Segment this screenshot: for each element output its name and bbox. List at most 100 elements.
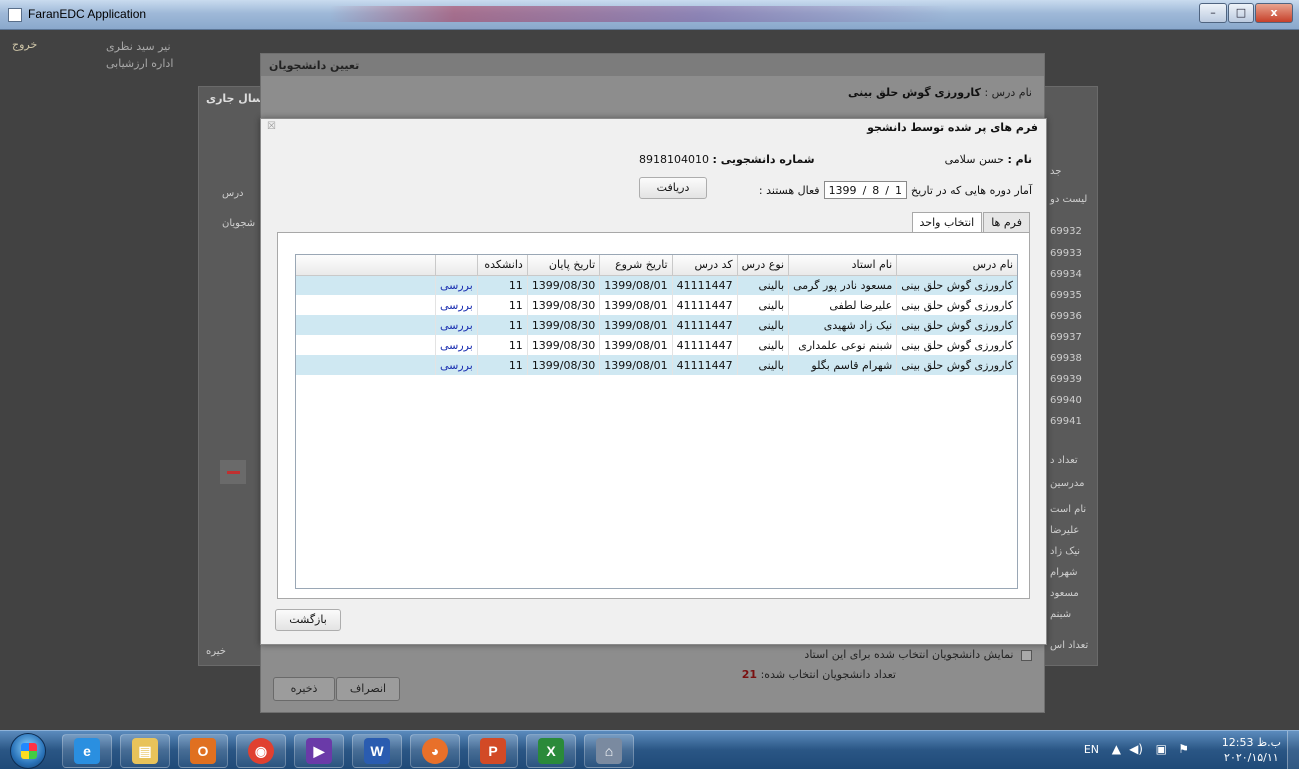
file-explorer-icon: ▤	[132, 738, 158, 764]
firefox-icon: ◕	[422, 738, 448, 764]
assign-course-label: نام درس :	[984, 86, 1032, 99]
date-picker[interactable]: 1399 / 8 / 1	[823, 181, 907, 199]
taskbar-app-chrome[interactable]: ◉	[236, 734, 286, 768]
dialog-title: فرم های پر شده توسط دانشجو	[867, 121, 1038, 134]
cell-course-name: کارورزی گوش حلق بینی	[896, 315, 1017, 335]
student-name: نام : حسن سلامی	[945, 153, 1032, 166]
id-item: 69936	[1050, 311, 1082, 322]
column-action	[434, 255, 478, 276]
exit-link[interactable]: خروج	[12, 38, 37, 51]
action-center-icon[interactable]: ⚑	[1178, 742, 1189, 756]
table-row[interactable]: کارورزی گوش حلق بینی شبنم نوعی علمداری ب…	[296, 335, 1017, 355]
review-link[interactable]: بررسی	[434, 295, 478, 315]
table-row[interactable]: کارورزی گوش حلق بینی نیک زاد شهیدی بالین…	[296, 315, 1017, 335]
show-hidden-icons[interactable]: ▲	[1112, 742, 1121, 756]
id-item: 69939	[1050, 374, 1082, 385]
cell-course-name: کارورزی گوش حلق بینی	[896, 355, 1017, 375]
volume-icon[interactable]: ◀)	[1129, 742, 1143, 756]
cell-start-date: 1399/08/01	[599, 355, 673, 375]
review-link[interactable]: بررسی	[434, 315, 478, 335]
show-selected-label: نمایش دانشجویان انتخاب شده برای این استا…	[804, 648, 1014, 661]
show-selected-checkbox[interactable]	[1021, 649, 1032, 661]
assign-window-title: تعیین دانشجویان	[269, 59, 360, 72]
cell-course-code: 41111447	[671, 315, 738, 335]
student-name-label: نام :	[1007, 153, 1032, 166]
taskbar: e ▤ O ◉ ▶ W ◕ P X ⌂ EN ▲ ◀) ▣ ⚑ 12:53 ب.…	[0, 730, 1299, 769]
id-item: 69933	[1050, 248, 1082, 259]
minimize-button[interactable]: –	[1199, 3, 1227, 23]
cell-start-date: 1399/08/01	[599, 315, 673, 335]
taskbar-app-media[interactable]: ▶	[294, 734, 344, 768]
cell-instructor: نیک زاد شهیدی	[788, 315, 897, 335]
show-desktop-button[interactable]	[1287, 731, 1299, 769]
tab-forms[interactable]: فرم ها	[983, 212, 1030, 232]
remove-button[interactable]	[220, 460, 246, 484]
language-indicator[interactable]: EN	[1084, 743, 1099, 756]
background-label: تعداد د	[1050, 455, 1078, 466]
close-button[interactable]: x	[1255, 3, 1293, 23]
taskbar-app-powerpoint[interactable]: P	[468, 734, 518, 768]
table-row[interactable]: کارورزی گوش حلق بینی شهرام قاسم بگلو بال…	[296, 355, 1017, 375]
column-course-code[interactable]: کد درس	[671, 255, 738, 276]
maximize-button[interactable]: □	[1228, 3, 1254, 23]
minus-icon	[227, 471, 240, 474]
window-title: FaranEDC Application	[28, 7, 147, 21]
tab-unit-selection[interactable]: انتخاب واحد	[911, 212, 983, 232]
background-label-students: شجویان	[222, 218, 256, 229]
chrome-icon: ◉	[248, 738, 274, 764]
background-label: نیک زاد	[1050, 546, 1080, 557]
taskbar-app-explorer[interactable]: ▤	[120, 734, 170, 768]
back-button[interactable]: بازگشت	[275, 609, 341, 631]
dialog-header: ☒ فرم های پر شده توسط دانشجو	[261, 119, 1046, 137]
column-end-date[interactable]: تاریخ پایان	[526, 255, 600, 276]
courses-table: نام درس نام استاد نوع درس کد درس تاریخ ش…	[296, 255, 1017, 375]
close-icon[interactable]: ☒	[267, 121, 276, 132]
review-link[interactable]: بررسی	[434, 355, 478, 375]
date-month: 8	[872, 183, 880, 197]
cancel-button[interactable]: انصراف	[336, 677, 400, 701]
column-start-date[interactable]: تاریخ شروع	[599, 255, 673, 276]
fetch-button[interactable]: دریافت	[639, 177, 707, 199]
cell-filler	[296, 315, 436, 335]
save-button[interactable]: ذخیره	[273, 677, 335, 701]
cell-start-date: 1399/08/01	[599, 295, 673, 315]
word-icon: W	[364, 738, 390, 764]
background-panel-title: سال جاری	[206, 92, 263, 105]
cell-instructor: علیرضا لطفی	[788, 295, 897, 315]
tab-panel: نام درس نام استاد نوع درس کد درس تاریخ ش…	[277, 232, 1030, 599]
taskbar-app-excel[interactable]: X	[526, 734, 576, 768]
show-selected-toggle[interactable]: نمایش دانشجویان انتخاب شده برای این استا…	[804, 648, 1032, 661]
column-faculty[interactable]: دانشکده	[476, 255, 528, 276]
background-label: جد	[1050, 166, 1062, 177]
assign-course-value: کارورزی گوش حلق بینی	[847, 86, 981, 99]
column-course-name[interactable]: نام درس	[896, 255, 1017, 276]
table-row[interactable]: کارورزی گوش حلق بینی علیرضا لطفی بالینی …	[296, 295, 1017, 315]
clock-time: 12:53 ب.ظ	[1221, 736, 1281, 749]
cell-course-type: بالینی	[736, 355, 789, 375]
taskbar-app-firefox[interactable]: ◕	[410, 734, 460, 768]
student-number-value: 8918104010	[639, 153, 709, 166]
background-label-course: درس	[222, 188, 244, 199]
taskbar-app-ie[interactable]: e	[62, 734, 112, 768]
review-link[interactable]: بررسی	[434, 335, 478, 355]
start-button[interactable]	[10, 733, 46, 769]
cell-course-code: 41111447	[671, 275, 738, 295]
clock[interactable]: 12:53 ب.ظ ۲۰۲۰/۱۵/۱۱	[1222, 735, 1281, 765]
taskbar-app-faranedc[interactable]: ⌂	[584, 734, 634, 768]
column-instructor[interactable]: نام استاد	[788, 255, 897, 276]
taskbar-app-word[interactable]: W	[352, 734, 402, 768]
column-course-type[interactable]: نوع درس	[736, 255, 789, 276]
selected-count-label: تعداد دانشجویان انتخاب شده:	[760, 668, 896, 681]
table-row[interactable]: کارورزی گوش حلق بینی مسعود نادر پور گرمی…	[296, 275, 1017, 295]
review-link[interactable]: بررسی	[434, 275, 478, 295]
network-icon[interactable]: ▣	[1156, 742, 1167, 756]
clock-date: ۲۰۲۰/۱۵/۱۱	[1224, 751, 1279, 764]
assign-window-titlebar: تعیین دانشجویان	[261, 54, 1044, 76]
taskbar-app-outlook[interactable]: O	[178, 734, 228, 768]
stats-line: آمار دوره هایی که در تاریخ 1399 / 8 / 1 …	[759, 181, 1032, 199]
user-department: اداره ارزشیابی	[106, 57, 174, 70]
cell-instructor: شهرام قاسم بگلو	[788, 355, 897, 375]
cell-end-date: 1399/08/30	[526, 335, 600, 355]
cell-end-date: 1399/08/30	[526, 355, 600, 375]
table-header-row: نام درس نام استاد نوع درس کد درس تاریخ ش…	[296, 255, 1017, 276]
